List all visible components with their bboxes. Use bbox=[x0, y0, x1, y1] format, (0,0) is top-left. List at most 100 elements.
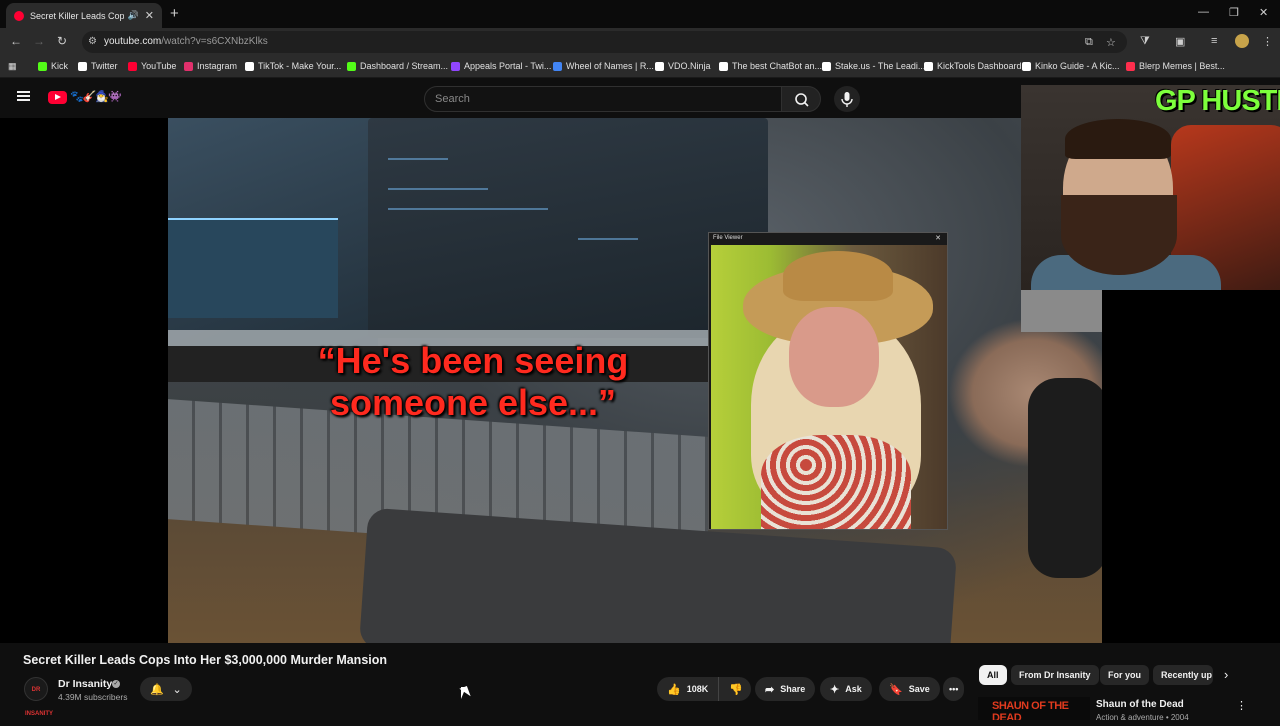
extensions-icon[interactable]: ⧩ bbox=[1140, 35, 1150, 48]
channel-name[interactable]: Dr Insanity bbox=[58, 678, 112, 690]
youtube-logo-icon[interactable] bbox=[48, 91, 67, 104]
window-close-button[interactable]: ✕ bbox=[1259, 6, 1268, 19]
recommendation-title[interactable]: Shaun of the Dead bbox=[1096, 699, 1184, 710]
video-title: Secret Killer Leads Cops Into Her $3,000… bbox=[23, 653, 388, 667]
share-button[interactable]: ➦ Share bbox=[755, 677, 816, 701]
file-viewer-close-icon: ✕ bbox=[935, 235, 941, 242]
browser-tab-strip: Secret Killer Leads Cops Into Her $3,000… bbox=[0, 0, 1280, 28]
bookmark-item[interactable]: Kick bbox=[38, 61, 68, 71]
file-viewer-window: File Viewer ✕ bbox=[708, 232, 948, 530]
bookmark-favicon-icon bbox=[78, 61, 87, 71]
bookmark-icon: 🔖 bbox=[889, 683, 903, 696]
bookmark-item[interactable]: Kinko Guide - A Kic... bbox=[1022, 61, 1120, 71]
forward-arrow-icon[interactable]: → bbox=[33, 34, 45, 48]
tab-close-icon[interactable]: ✕ bbox=[145, 9, 154, 22]
bookmark-item[interactable]: Appeals Portal - Twi... bbox=[451, 61, 551, 71]
bookmark-item[interactable]: YouTube bbox=[128, 61, 176, 71]
bookmark-item[interactable]: Wheel of Names | R... bbox=[553, 61, 654, 71]
like-count: 108K bbox=[686, 684, 709, 694]
bookmark-favicon-icon bbox=[1126, 61, 1135, 71]
back-arrow-icon[interactable]: ← bbox=[10, 34, 22, 48]
chevron-right-icon[interactable]: › bbox=[1224, 667, 1228, 682]
bookmark-item[interactable]: The best ChatBot an... bbox=[719, 61, 822, 71]
bookmark-favicon-icon bbox=[184, 61, 193, 71]
bookmark-item[interactable]: TikTok - Make Your... bbox=[245, 61, 341, 71]
channel-avatar[interactable]: DR INSANITY bbox=[24, 677, 53, 717]
menu-hamburger-icon[interactable] bbox=[17, 91, 30, 101]
recommendation-thumbnail[interactable]: SHAUN OF THE DEAD bbox=[978, 697, 1090, 720]
dislike-button[interactable]: 👎 bbox=[719, 683, 753, 696]
notification-bell-button[interactable]: 🔔 ⌄ bbox=[140, 677, 192, 701]
ask-button[interactable]: ✦ Ask bbox=[820, 677, 872, 701]
bookmark-item[interactable]: Twitter bbox=[78, 61, 118, 71]
url-path: /watch?v=s6CXNbzKlks bbox=[161, 36, 268, 47]
webcam-label: GP HUSTLA bbox=[1155, 85, 1280, 117]
more-horizontal-icon: ••• bbox=[949, 684, 959, 694]
video-frame[interactable]: “He's been seeing someone else...” File … bbox=[168, 118, 1102, 643]
bookmark-favicon-icon bbox=[822, 61, 831, 71]
video-caption: “He's been seeing someone else...” bbox=[298, 340, 648, 424]
bookmark-label: Appeals Portal - Twi... bbox=[464, 61, 552, 71]
chip-from-channel[interactable]: From Dr Insanity bbox=[1011, 665, 1099, 685]
like-button[interactable]: 👍 108K bbox=[657, 677, 720, 701]
more-actions-button[interactable]: ••• bbox=[943, 677, 965, 701]
video-scene-left-monitor bbox=[168, 118, 378, 348]
ask-label: Ask bbox=[845, 684, 862, 694]
bookmark-label: Twitter bbox=[91, 61, 118, 71]
bookmark-label: Dashboard / Stream... bbox=[360, 61, 449, 71]
bookmark-favicon-icon bbox=[553, 61, 562, 71]
bookmark-label: Wheel of Names | R... bbox=[566, 61, 654, 71]
bookmark-item[interactable]: Dashboard / Stream... bbox=[347, 61, 448, 71]
bookmark-star-icon[interactable]: ☆ bbox=[1106, 36, 1116, 49]
chip-recently-uploaded[interactable]: Recently up bbox=[1153, 665, 1213, 685]
browser-tab-active[interactable]: Secret Killer Leads Cops Into Her $3,000… bbox=[6, 3, 162, 28]
search-input[interactable] bbox=[425, 87, 781, 111]
bookmark-item[interactable]: KickTools Dashboard bbox=[924, 61, 1022, 71]
bookmark-favicon-icon bbox=[128, 61, 137, 71]
mouse-cursor-icon bbox=[461, 687, 471, 699]
bookmark-item[interactable]: Blerp Memes | Best... bbox=[1126, 61, 1225, 71]
bell-icon: 🔔 bbox=[150, 683, 164, 696]
streamer-webcam: GP HUSTLA bbox=[1021, 85, 1280, 290]
window-maximize-button[interactable]: ❐ bbox=[1229, 6, 1239, 19]
window-minimize-button[interactable]: — bbox=[1198, 6, 1209, 18]
bookmark-label: Kinko Guide - A Kic... bbox=[1035, 61, 1120, 71]
thumb-up-icon: 👍 bbox=[667, 683, 681, 696]
install-app-icon[interactable]: ⧉ bbox=[1085, 36, 1093, 49]
verified-badge-icon: ✓ bbox=[112, 680, 120, 688]
file-viewer-photo bbox=[711, 245, 947, 529]
browser-toolbar: ← → ↻ ⚙ youtube.com/watch?v=s6CXNbzKlks … bbox=[0, 28, 1280, 56]
new-tab-button[interactable]: + bbox=[170, 5, 179, 22]
address-bar[interactable]: ⚙ youtube.com/watch?v=s6CXNbzKlks ⧉ ☆ bbox=[82, 31, 1127, 53]
video-scene-watch bbox=[1028, 378, 1102, 578]
media-controls-icon[interactable]: ≡ bbox=[1211, 35, 1217, 47]
search-button[interactable] bbox=[781, 86, 821, 112]
reload-icon[interactable]: ↻ bbox=[57, 34, 67, 48]
voice-search-button[interactable] bbox=[834, 86, 860, 112]
chip-for-you[interactable]: For you bbox=[1100, 665, 1149, 685]
share-label: Share bbox=[780, 684, 806, 694]
bookmark-label: Kick bbox=[51, 61, 69, 71]
search-icon bbox=[795, 93, 809, 107]
bookmark-item[interactable]: Instagram bbox=[184, 61, 237, 71]
browser-menu-icon[interactable]: ⋮ bbox=[1262, 35, 1273, 48]
like-dislike-group: 👍 108K 👎 bbox=[657, 677, 751, 701]
site-info-icon[interactable]: ⚙ bbox=[88, 36, 97, 47]
reading-mode-icon[interactable]: ▣ bbox=[1175, 35, 1185, 48]
bookmark-favicon-icon bbox=[719, 61, 728, 71]
save-button[interactable]: 🔖 Save bbox=[879, 677, 940, 701]
bookmark-item[interactable]: Stake.us - The Leadi... bbox=[822, 61, 925, 71]
search-box[interactable] bbox=[424, 86, 782, 112]
apps-grid-icon[interactable]: ▦ bbox=[8, 61, 17, 72]
bookmark-label: Stake.us - The Leadi... bbox=[835, 61, 926, 71]
speaker-icon[interactable]: 🔊 bbox=[128, 10, 139, 21]
youtube-favicon-icon bbox=[14, 10, 24, 21]
bookmark-item[interactable]: VDO.Ninja bbox=[655, 61, 711, 71]
more-vertical-icon[interactable]: ⋮ bbox=[1236, 699, 1247, 712]
bookmark-label: KickTools Dashboard bbox=[937, 61, 1022, 71]
bookmark-label: Instagram bbox=[197, 61, 238, 71]
profile-avatar[interactable] bbox=[1235, 34, 1249, 48]
tab-title: Secret Killer Leads Cops Into Her $3,000… bbox=[30, 10, 124, 21]
chip-all[interactable]: All bbox=[979, 665, 1007, 685]
channel-logo-art[interactable]: 🐾🎸🧙‍♂️👾 bbox=[70, 90, 122, 103]
